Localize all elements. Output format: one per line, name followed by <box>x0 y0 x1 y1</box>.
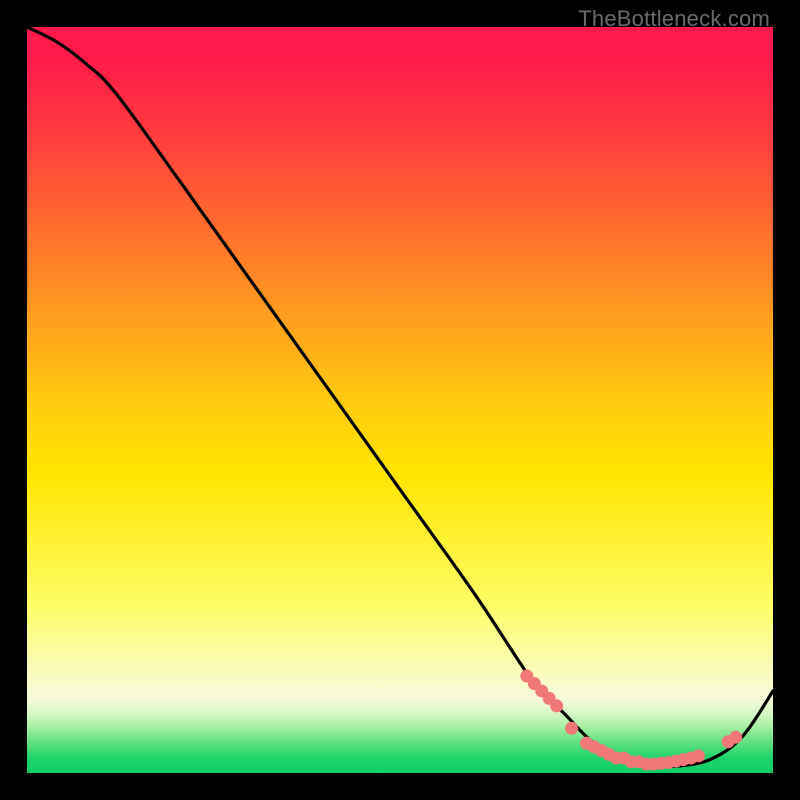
highlight-dot <box>565 722 578 735</box>
chart-frame: TheBottleneck.com <box>0 0 800 800</box>
highlight-dot <box>692 749 705 762</box>
highlight-dot <box>550 699 563 712</box>
bottleneck-curve <box>27 27 773 767</box>
chart-svg <box>27 27 773 773</box>
highlight-dot <box>729 731 742 744</box>
plot-area <box>27 27 773 773</box>
highlight-points <box>520 670 742 771</box>
